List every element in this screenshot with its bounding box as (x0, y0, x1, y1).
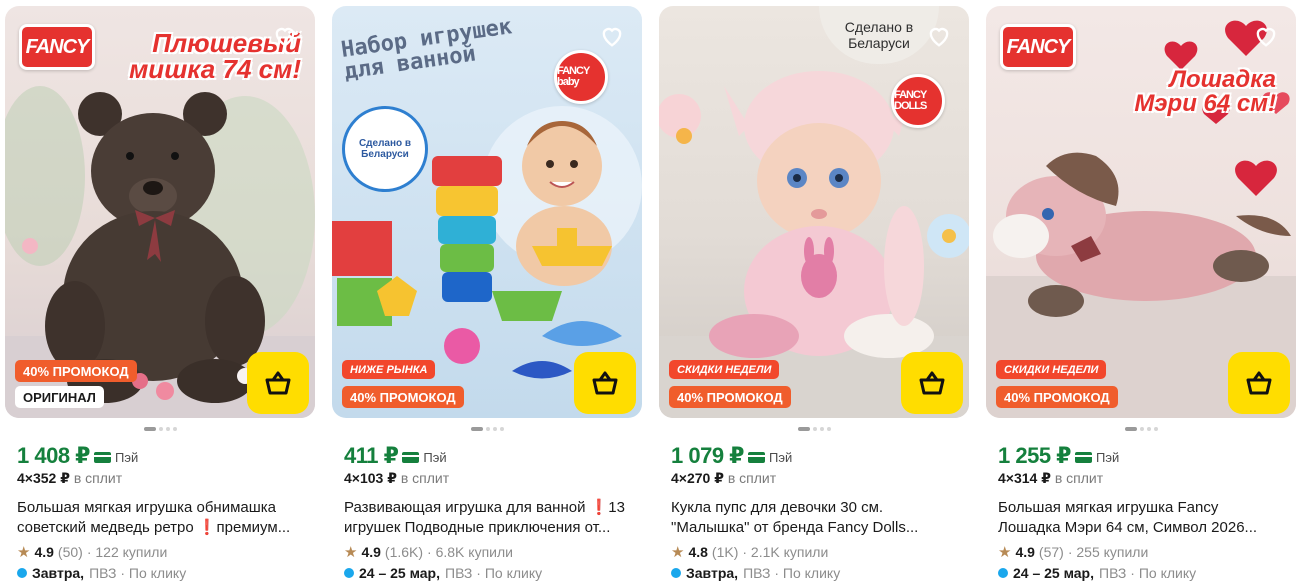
brand-logo: FANCY DOLLS (891, 74, 945, 128)
product-card[interactable]: FANCY Плюшевый мишка 74 см! 40% ПРОМОКОД… (5, 6, 315, 586)
pay-label: Пэй (1074, 450, 1119, 465)
product-title[interactable]: Большая мягкая игрушка обнимашка советск… (17, 498, 309, 538)
delivery-dot-icon (17, 568, 27, 578)
brand-logo: FANCY (19, 24, 95, 70)
rating-row: ★ 4.9 (50) · 122 купили (17, 544, 168, 561)
weekly-sale-badge: СКИДКИ НЕДЕЛИ (996, 360, 1107, 379)
promo-badge: 40% ПРОМОКОД (996, 386, 1118, 408)
split-payment: 4×103 ₽ в сплит (344, 470, 450, 486)
pay-card-icon (747, 452, 765, 463)
add-to-cart-button[interactable] (1228, 352, 1290, 414)
image-pager-dots (659, 427, 969, 431)
pay-label: Пэй (747, 450, 792, 465)
promo-badge: 40% ПРОМОКОД (342, 386, 464, 408)
delivery-info: 24 – 25 мар, ПВЗ · По клику (998, 565, 1196, 581)
star-icon: ★ (998, 544, 1012, 561)
brand-logo: FANCY baby (554, 50, 608, 104)
split-payment: 4×352 ₽ в сплит (17, 470, 123, 486)
delivery-info: Завтра, ПВЗ · По клику (671, 565, 840, 581)
product-title[interactable]: Кукла пупс для девочки 30 см. "Малышка" … (671, 498, 963, 538)
add-to-cart-button[interactable] (574, 352, 636, 414)
product-card[interactable]: Сделано в Беларуси FANCY DOLLS СКИДКИ НЕ… (659, 6, 969, 586)
heart-icon[interactable] (925, 22, 953, 50)
add-to-cart-button[interactable] (901, 352, 963, 414)
brand-logo: FANCY (1000, 24, 1076, 70)
cart-icon (592, 371, 618, 395)
pay-label: Пэй (93, 450, 138, 465)
delivery-info: 24 – 25 мар, ПВЗ · По клику (344, 565, 542, 581)
product-image[interactable]: FANCY Лошадка Мэри 64 см! СКИДКИ НЕДЕЛИ … (986, 6, 1296, 418)
image-pager-dots (5, 427, 315, 431)
add-to-cart-button[interactable] (247, 352, 309, 414)
star-icon: ★ (17, 544, 31, 561)
delivery-info: Завтра, ПВЗ · По клику (17, 565, 186, 581)
product-title[interactable]: Большая мягкая игрушка Fancy Лошадка Мэр… (998, 498, 1290, 538)
star-icon: ★ (344, 544, 358, 561)
heart-icon[interactable] (271, 22, 299, 50)
product-image[interactable]: FANCY Плюшевый мишка 74 см! 40% ПРОМОКОД… (5, 6, 315, 418)
star-icon: ★ (671, 544, 685, 561)
delivery-dot-icon (344, 568, 354, 578)
price: 1 255 ₽ (998, 443, 1071, 468)
rating-row: ★ 4.9 (1.6K) · 6.8K купили (344, 544, 513, 561)
product-card[interactable]: FANCY Лошадка Мэри 64 см! СКИДКИ НЕДЕЛИ … (986, 6, 1296, 586)
split-payment: 4×270 ₽ в сплит (671, 470, 777, 486)
heart-icon[interactable] (1252, 22, 1280, 50)
promo-title: Лошадка Мэри 64 см! (1134, 66, 1276, 117)
cart-icon (1246, 371, 1272, 395)
made-in-belarus-stamp: Сделано в Беларуси (342, 106, 428, 192)
price: 1 408 ₽ (17, 443, 90, 468)
split-payment: 4×314 ₽ в сплит (998, 470, 1104, 486)
pay-label: Пэй (402, 450, 447, 465)
image-pager-dots (332, 427, 642, 431)
rating-row: ★ 4.9 (57) · 255 купили (998, 544, 1149, 561)
product-title[interactable]: Развивающая игрушка для ванной ❗13 игруш… (344, 498, 636, 538)
product-image[interactable]: Сделано в Беларуси FANCY DOLLS СКИДКИ НЕ… (659, 6, 969, 418)
pay-card-icon (402, 452, 420, 463)
below-market-badge: НИЖЕ РЫНКА (342, 360, 436, 379)
cart-icon (919, 371, 945, 395)
pay-card-icon (1074, 452, 1092, 463)
delivery-dot-icon (671, 568, 681, 578)
price: 1 079 ₽ (671, 443, 744, 468)
rating-row: ★ 4.8 (1K) · 2.1K купили (671, 544, 829, 561)
price: 411 ₽ (344, 443, 399, 468)
delivery-dot-icon (998, 568, 1008, 578)
promo-badge: 40% ПРОМОКОД (15, 360, 137, 382)
product-card[interactable]: Набор игрушек для ванной FANCY baby Сдел… (332, 6, 642, 586)
weekly-sale-badge: СКИДКИ НЕДЕЛИ (669, 360, 780, 379)
image-pager-dots (986, 427, 1296, 431)
cart-icon (265, 371, 291, 395)
heart-icon[interactable] (598, 22, 626, 50)
pay-card-icon (93, 452, 111, 463)
promo-badge: 40% ПРОМОКОД (669, 386, 791, 408)
original-badge: ОРИГИНАЛ (15, 386, 104, 408)
product-image[interactable]: Набор игрушек для ванной FANCY baby Сдел… (332, 6, 642, 418)
